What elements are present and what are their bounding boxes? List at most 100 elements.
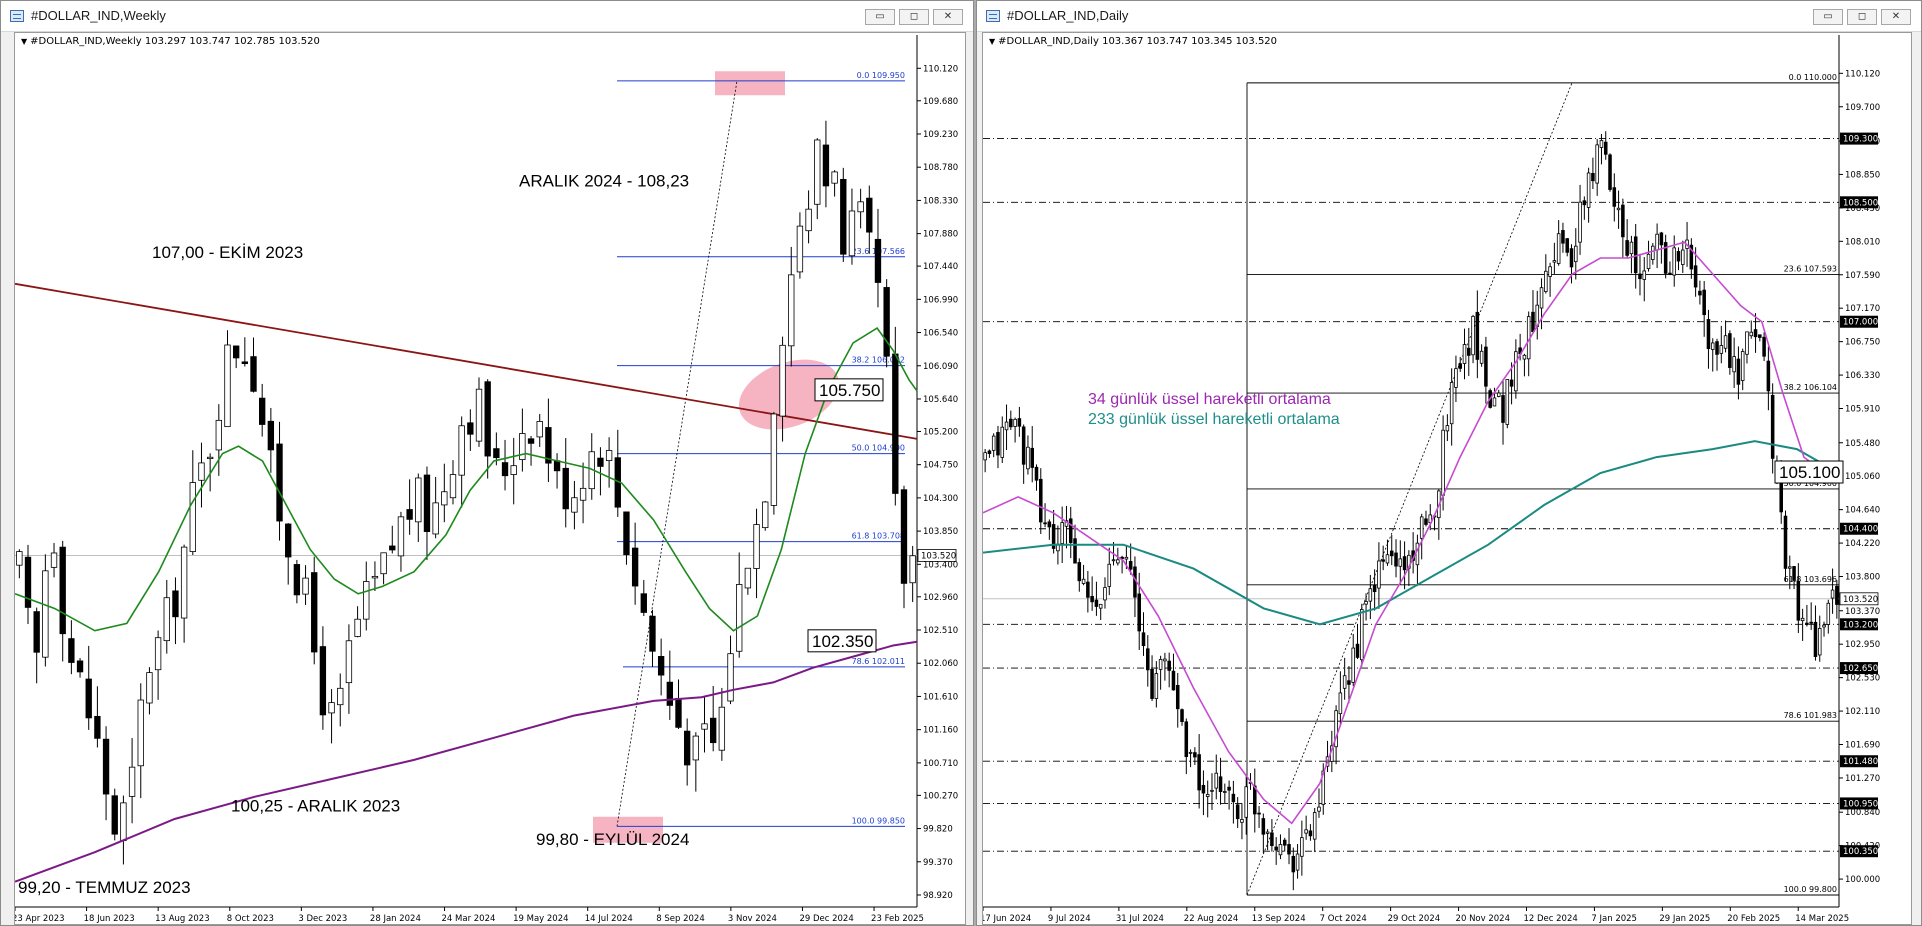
candle-bear [1458,363,1462,369]
candle-bull [605,450,613,461]
y-tick-label: 102.950 [1845,640,1880,650]
fib-level-label: 0.0 109.950 [857,71,905,80]
candle-bear [1389,550,1394,557]
candle-bull [1158,658,1163,670]
chart-window-icon [10,10,24,22]
daily-window-title: #DOLLAR_IND,Daily [1007,8,1129,23]
y-tick-label: 101.160 [923,726,958,736]
x-tick-label: 23 Apr 2023 [15,914,65,924]
candle-bear [1227,786,1231,791]
candle-bull [1505,379,1510,425]
candle-bear [883,287,890,357]
candle-bear [1257,812,1261,815]
candle-bull [1111,559,1116,562]
daily-chart[interactable]: 110.120109.700109.270108.850108.430108.0… [983,33,1912,925]
candle-bear [1608,154,1612,190]
candle-bear [1090,595,1094,603]
candle-bear [631,547,639,587]
y-tick-label: 100.270 [923,791,958,801]
candle-bull [50,552,58,568]
weekly-titlebar[interactable]: #DOLLAR_IND,Weekly ▭ ◻ ✕ [1,1,973,32]
candle-bear [1424,518,1428,525]
x-tick-label: 20 Feb 2025 [1727,914,1780,924]
candle-bear [1094,599,1099,607]
candle-bull [475,388,483,442]
y-tick-label: 110.120 [923,64,958,74]
minimize-button[interactable]: ▭ [865,9,895,25]
candle-bull [736,584,743,652]
candle-bull [180,546,188,619]
candle-bull [536,421,543,438]
candle-bull [1548,266,1552,277]
daily-titlebar[interactable]: #DOLLAR_IND,Daily ▭ ◻ ✕ [977,1,1921,32]
candle-bear [1047,521,1052,528]
x-tick-label: 31 Jul 2024 [1116,914,1164,924]
candle-bull [1360,609,1364,661]
candle-bull [1107,563,1112,587]
candle-bear [1728,333,1732,368]
candle-bull [1295,853,1300,871]
close-button[interactable]: ✕ [1881,9,1911,25]
close-button[interactable]: ✕ [933,9,963,25]
weekly-chart-area[interactable]: 110.120 109.680 109.230 108.780 108.330 107.8… [14,32,966,925]
candle-bull [1514,351,1518,392]
candle-bull [1655,233,1659,251]
ma-legend-text: 34 günlük üssel hareketli ortalama [1088,391,1331,408]
candle-bear [172,590,179,618]
x-tick-label: 29 Jan 2025 [1659,914,1710,924]
candle-bear [1197,754,1201,791]
y-tick-label: 109.680 [923,97,958,107]
y-tick-label: 107.590 [1845,271,1880,281]
y-tick-label: 100.840 [1845,808,1880,818]
candle-bear [1561,230,1565,244]
y-tick-label: 105.480 [1845,439,1880,449]
candle-bear [1253,785,1257,815]
maximize-button[interactable]: ◻ [899,9,929,25]
minimize-button[interactable]: ▭ [1813,9,1843,25]
level-tag: 109.300 [1843,135,1878,145]
candle-bear [1175,684,1180,710]
candle-bull [1385,554,1390,564]
y-tick-label: 106.540 [923,329,958,339]
candle-bear [1484,346,1488,387]
candle-bear [1347,680,1351,685]
candle-bear [1668,272,1672,275]
candle-bear [892,353,899,494]
candle-bear [1475,311,1480,360]
fib-level-label: 100.0 99.850 [852,816,905,825]
y-tick-label: 106.750 [1845,338,1880,348]
candle-bull [441,491,448,506]
daily-chart-area[interactable]: 110.120109.700109.270108.850108.430108.0… [982,32,1912,925]
level-tag: 101.480 [1843,757,1878,767]
maximize-button[interactable]: ◻ [1847,9,1877,25]
daily-symbol-label: #DOLLAR_IND,Daily [998,36,1099,47]
candle-bear [1180,709,1184,723]
boxed-label: 105.750 [819,381,880,400]
candle-bull [1188,751,1193,754]
y-tick-label: 105.910 [1845,405,1880,415]
candle-bear [1128,561,1133,570]
candle-bear [1531,311,1535,333]
y-tick-label: 108.850 [1845,170,1880,180]
candle-bear [1021,426,1026,465]
chart-window-icon [986,10,1000,22]
y-tick-label: 104.300 [923,494,958,504]
candle-bear [710,717,717,744]
candle-bull [1544,270,1548,292]
candle-bull [1672,247,1676,276]
candle-bear [1603,141,1608,155]
candle-bear [1086,581,1090,598]
candle-bull [1830,589,1835,599]
candle-bear [33,611,40,653]
candle-bear [1706,319,1711,350]
candle-bull [1098,603,1103,609]
candle-bear [285,523,292,558]
candle-bear [94,715,101,739]
candle-bull [744,567,752,589]
weekly-window: #DOLLAR_IND,Weekly ▭ ◻ ✕ 110.120 109.680 1… [0,0,974,926]
weekly-chart[interactable]: 110.120 109.680 109.230 108.780 108.330 107.8… [15,33,966,925]
candle-bear [293,564,301,596]
annotation: 99,80 - EYLÜL 2024 [536,830,689,849]
y-tick-label: 100.000 [1845,875,1880,885]
candle-bull [415,477,422,523]
